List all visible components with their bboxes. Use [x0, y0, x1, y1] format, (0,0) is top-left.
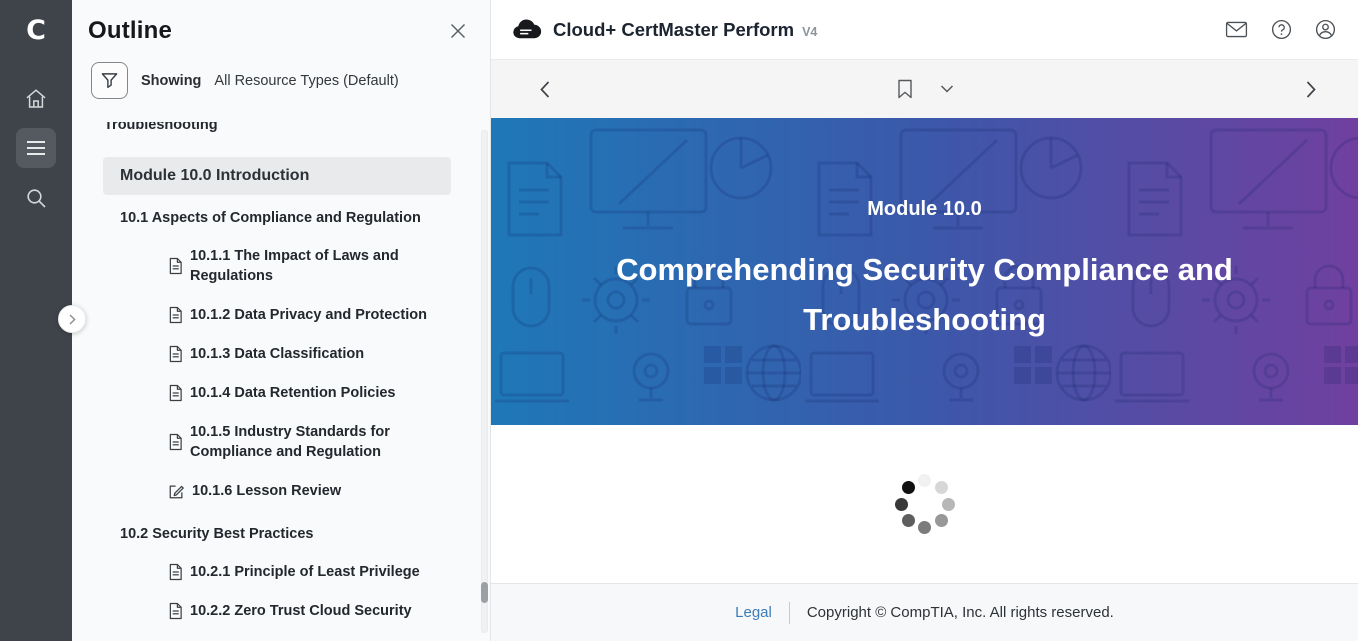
- chevron-right-icon: [69, 314, 76, 325]
- close-outline-button[interactable]: [450, 23, 466, 39]
- chevron-right-icon: [1306, 81, 1316, 98]
- outline-item-10-1-1[interactable]: 10.1.1 The Impact of Laws and Regulation…: [103, 246, 478, 286]
- main-pane: Cloud+ CertMaster Perform V4: [490, 0, 1358, 641]
- outline-panel: Outline Showing All Resource Types (Defa…: [72, 0, 490, 641]
- filter-funnel-icon: [100, 71, 119, 90]
- comptia-logo: C: [26, 10, 46, 50]
- document-icon: [168, 345, 183, 363]
- bookmark-button[interactable]: [896, 79, 913, 99]
- app-title: Cloud+ CertMaster Perform: [553, 19, 794, 41]
- document-icon: [168, 602, 183, 620]
- outline-section-10-2[interactable]: 10.2 Security Best Practices: [103, 525, 478, 543]
- search-button[interactable]: [16, 178, 56, 218]
- document-icon: [168, 563, 183, 581]
- outline-section-10-1[interactable]: 10.1 Aspects of Compliance and Regulatio…: [103, 209, 478, 227]
- legal-link[interactable]: Legal: [735, 604, 772, 621]
- account-button[interactable]: [1315, 19, 1336, 40]
- page-footer: Legal Copyright © CompTIA, Inc. All righ…: [491, 583, 1358, 641]
- chevron-down-icon: [940, 85, 953, 93]
- panel-toggle-button[interactable]: [58, 305, 86, 333]
- showing-label: Showing: [141, 73, 201, 89]
- app-root: C: [0, 0, 1358, 641]
- bookmark-icon: [896, 79, 913, 99]
- cloud-product-icon: [511, 19, 542, 41]
- bookmark-menu-button[interactable]: [940, 85, 953, 93]
- outline-item-10-1-5[interactable]: 10.1.5 Industry Standards for Compliance…: [103, 422, 478, 462]
- search-icon: [26, 188, 47, 209]
- help-button[interactable]: [1271, 19, 1292, 40]
- content-loading-area: [491, 425, 1358, 583]
- outline-item-10-1-4[interactable]: 10.1.4 Data Retention Policies: [103, 383, 478, 403]
- home-icon: [25, 88, 47, 109]
- loading-spinner-icon: [895, 474, 955, 534]
- outline-item-clipped[interactable]: Troubleshooting: [104, 122, 478, 135]
- filter-button[interactable]: [91, 62, 128, 99]
- resource-type-filter-value[interactable]: All Resource Types (Default): [214, 73, 398, 89]
- hero-banner: Module 10.0 Comprehending Security Compl…: [491, 118, 1358, 425]
- outline-item-10-2-2[interactable]: 10.2.2 Zero Trust Cloud Security: [103, 601, 478, 621]
- hero-module-title: Comprehending Security Compliance and Tr…: [559, 245, 1291, 345]
- outline-item-10-2-1[interactable]: 10.2.1 Principle of Least Privilege: [103, 562, 478, 582]
- footer-divider: [789, 602, 790, 624]
- document-icon: [168, 257, 183, 275]
- outline-item-10-1-3[interactable]: 10.1.3 Data Classification: [103, 344, 478, 364]
- next-page-button[interactable]: [1306, 81, 1316, 98]
- document-icon: [168, 433, 183, 451]
- home-button[interactable]: [16, 78, 56, 118]
- chevron-left-icon: [540, 81, 550, 98]
- outline-scrollbar-track[interactable]: [481, 130, 488, 633]
- outline-menu-button[interactable]: [16, 128, 56, 168]
- document-icon: [168, 306, 183, 324]
- outline-item-10-1-2[interactable]: 10.1.2 Data Privacy and Protection: [103, 305, 478, 325]
- outline-list: Troubleshooting Module 10.0 Introduction…: [72, 122, 478, 641]
- messages-button[interactable]: [1225, 21, 1248, 38]
- mail-icon: [1225, 21, 1248, 38]
- hero-module-label: Module 10.0: [867, 198, 981, 221]
- app-header: Cloud+ CertMaster Perform V4: [491, 0, 1358, 60]
- outline-item-module-introduction[interactable]: Module 10.0 Introduction: [103, 157, 451, 195]
- app-version-badge: V4: [802, 21, 817, 39]
- lesson-review-pencil-icon: [168, 483, 185, 500]
- menu-icon: [26, 140, 46, 156]
- outline-item-10-1-6[interactable]: 10.1.6 Lesson Review: [103, 481, 478, 501]
- outline-scrollbar-thumb[interactable]: [481, 582, 488, 603]
- help-question-icon: [1271, 19, 1292, 40]
- copyright-text: Copyright © CompTIA, Inc. All rights res…: [807, 604, 1114, 621]
- previous-page-button[interactable]: [540, 81, 550, 98]
- user-avatar-icon: [1315, 19, 1336, 40]
- lesson-toolbar: [491, 60, 1358, 118]
- outline-panel-title: Outline: [88, 17, 172, 45]
- document-icon: [168, 384, 183, 402]
